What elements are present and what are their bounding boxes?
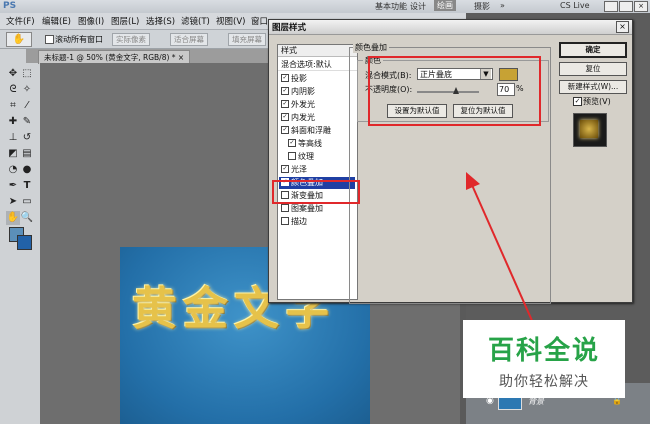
crop-tool-icon[interactable]: ⌗ <box>6 99 20 113</box>
style-preview-thumb <box>580 120 598 138</box>
checkbox-icon[interactable]: ✓ <box>281 73 289 82</box>
actual-pixels-button[interactable]: 实际像素 <box>112 33 150 46</box>
style-inner-shadow[interactable]: ✓ 内阴影 <box>281 86 315 98</box>
preview-label: 预览(V) <box>583 97 611 106</box>
maximize-button[interactable] <box>619 1 633 12</box>
workspace-photo[interactable]: 摄影 <box>474 1 490 12</box>
ps-logo: PS <box>3 1 17 11</box>
menu-filter[interactable]: 滤镜(T) <box>181 15 210 27</box>
preview-checkbox[interactable]: ✓ <box>573 97 582 106</box>
close-window-button[interactable]: × <box>634 1 648 12</box>
blending-options[interactable]: 混合选项:默认 <box>278 59 357 71</box>
menu-image[interactable]: 图像(I) <box>78 15 104 27</box>
workspace-paint[interactable]: 绘画 <box>434 0 456 11</box>
style-inner-glow[interactable]: ✓ 内发光 <box>281 112 315 124</box>
style-satin[interactable]: ✓ 光泽 <box>281 164 307 176</box>
reset-button[interactable]: 复位 <box>559 62 627 76</box>
checkbox-icon[interactable]: ✓ <box>281 164 289 173</box>
dialog-title: 图层样式 <box>272 23 307 33</box>
move-tool-icon[interactable]: ✥ <box>6 67 20 81</box>
workspace-more[interactable]: » <box>500 1 505 10</box>
menu-file[interactable]: 文件(F) <box>6 15 35 27</box>
document-tab[interactable]: 未标题-1 @ 50% (黄金文字, RGB/8) * × <box>38 50 191 64</box>
style-stroke[interactable]: 描边 <box>281 216 307 228</box>
fill-screen-button[interactable]: 填充屏幕 <box>228 33 266 46</box>
gradient-tool-icon[interactable]: ▤ <box>20 147 34 161</box>
highlight-box-options <box>368 56 541 126</box>
clone-stamp-icon[interactable]: ⊥ <box>6 131 20 145</box>
highlight-box-color-overlay <box>272 180 360 204</box>
watermark-subtitle: 助你轻松解决 <box>499 374 589 390</box>
dodge-tool-icon[interactable]: ● <box>20 163 34 177</box>
eraser-icon[interactable]: ◩ <box>6 147 20 161</box>
checkbox-icon[interactable]: ✓ <box>281 112 289 121</box>
checkbox-icon[interactable]: ✓ <box>281 125 289 134</box>
pen-tool-icon[interactable]: ✒ <box>6 179 20 193</box>
menu-edit[interactable]: 编辑(E) <box>42 15 71 27</box>
background-color-swatch[interactable] <box>17 235 32 250</box>
scroll-all-label: 滚动所有窗口 <box>55 35 103 44</box>
new-style-button[interactable]: 新建样式(W)... <box>559 80 627 94</box>
checkbox-icon[interactable]: ✓ <box>288 138 296 147</box>
checkbox-icon[interactable] <box>281 216 289 225</box>
workspace-basic[interactable]: 基本功能 <box>375 1 407 12</box>
styles-list: 样式 混合选项:默认 ✓ 投影 ✓ 内阴影 ✓ 外发光 ✓ 内发光 ✓ 斜面和浮雕 ✓ 等高… <box>277 44 358 300</box>
minimize-button[interactable] <box>604 1 618 12</box>
style-pattern-overlay[interactable]: 图案叠加 <box>281 203 323 215</box>
toolbox: ✥ ⬚ ᘓ ✧ ⌗ ⁄ ✚ ✎ ⊥ ↺ ◩ ▤ ◔ ● ✒ T ➤ ▭ ✋ 🔍 <box>0 49 41 424</box>
style-texture[interactable]: 纹理 <box>288 151 314 163</box>
type-tool-icon[interactable]: T <box>20 179 34 193</box>
menu-layer[interactable]: 图层(L) <box>111 15 139 27</box>
hand-tool-icon[interactable]: ✋ <box>6 32 32 47</box>
brush-tool-icon[interactable]: ✎ <box>20 115 34 129</box>
style-drop-shadow[interactable]: ✓ 投影 <box>281 73 307 85</box>
color-overlay-title: 颜色叠加 <box>353 42 389 53</box>
checkbox-icon[interactable] <box>288 151 296 160</box>
eyedropper-icon[interactable]: ⁄ <box>20 99 34 113</box>
blur-tool-icon[interactable]: ◔ <box>6 163 20 177</box>
menu-window[interactable]: 窗口 <box>251 15 268 27</box>
marquee-tool-icon[interactable]: ⬚ <box>20 67 34 81</box>
cs-live[interactable]: CS Live <box>560 1 590 10</box>
lasso-tool-icon[interactable]: ᘓ <box>6 83 20 97</box>
magic-wand-icon[interactable]: ✧ <box>20 83 34 97</box>
menu-view[interactable]: 视图(V) <box>216 15 245 27</box>
style-contour[interactable]: ✓ 等高线 <box>288 138 322 150</box>
workspace-design[interactable]: 设计 <box>410 1 426 12</box>
history-brush-icon[interactable]: ↺ <box>20 131 34 145</box>
shape-tool-icon[interactable]: ▭ <box>20 195 34 209</box>
style-outer-glow[interactable]: ✓ 外发光 <box>281 99 315 111</box>
checkbox-icon[interactable]: ✓ <box>281 86 289 95</box>
checkbox-icon[interactable]: ✓ <box>281 99 289 108</box>
app-title-bar: PS 基本功能 设计 绘画 摄影 » CS Live × <box>0 0 650 13</box>
hand-tool-icon-selected[interactable]: ✋ <box>6 211 20 225</box>
path-select-icon[interactable]: ➤ <box>6 195 20 209</box>
ok-button[interactable]: 确定 <box>559 42 627 58</box>
zoom-tool-icon[interactable]: 🔍 <box>20 211 34 225</box>
scroll-all-checkbox[interactable] <box>45 35 54 44</box>
checkbox-icon[interactable] <box>281 203 289 212</box>
close-icon[interactable]: × <box>616 21 629 33</box>
fit-screen-button[interactable]: 适合屏幕 <box>170 33 208 46</box>
styles-header[interactable]: 样式 <box>278 45 357 57</box>
healing-brush-icon[interactable]: ✚ <box>6 115 20 129</box>
style-bevel-emboss[interactable]: ✓ 斜面和浮雕 <box>281 125 331 137</box>
dialog-title-bar: 图层样式 × <box>269 20 632 35</box>
watermark-title: 百科全说 <box>487 336 600 366</box>
menu-select[interactable]: 选择(S) <box>146 15 175 27</box>
